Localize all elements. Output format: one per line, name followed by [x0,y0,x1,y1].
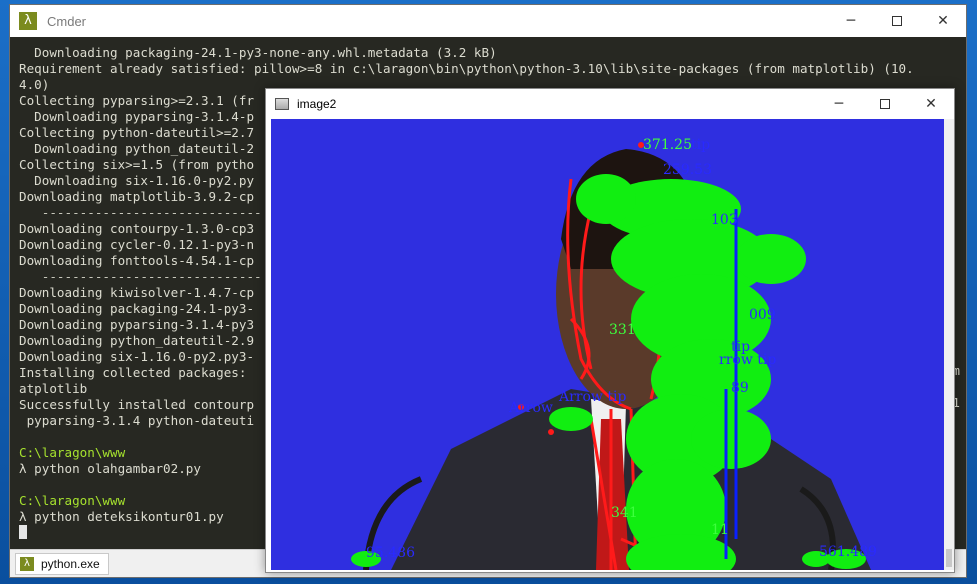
close-icon: ✕ [937,13,949,29]
close-icon: ✕ [925,96,937,112]
minimize-button[interactable]: ─ [816,89,862,119]
maximize-button[interactable] [862,89,908,119]
contour-image: 371.25 tip259.53103009tiprrow tipArrow ti… [351,137,877,570]
contour-label: 259.53 [663,162,712,178]
contour-label: tip [691,137,710,153]
image-window-titlebar[interactable]: image2 ─ ✕ [266,89,954,119]
contour-label: 331 [609,322,636,338]
contour-label: 371.25 [643,137,692,153]
text-cursor [19,525,27,539]
console-tab[interactable]: λ python.exe [15,553,109,575]
contour-label: rrow tip [719,352,776,368]
contour-label: 89 [731,380,749,396]
minimize-icon: ─ [834,96,844,112]
minimize-button[interactable]: ─ [828,5,874,37]
scrollbar-thumb[interactable] [946,549,952,567]
contour-label: 009 [749,307,776,323]
vertical-scrollbar[interactable] [944,119,954,570]
console-line: Requirement already satisfied: pillow>=8… [19,61,914,76]
contour-label: 103 [711,212,738,228]
window-app-icon [275,98,289,110]
close-button[interactable]: ✕ [908,89,954,119]
contour-label: 11 [711,522,729,538]
contour-label: 561.489 [819,544,877,560]
lambda-icon: λ [20,557,34,571]
close-button[interactable]: ✕ [920,5,966,37]
tab-label: python.exe [41,557,100,571]
minimize-icon: ─ [846,13,856,29]
image-window[interactable]: image2 ─ ✕ 371.25 tip 259.53 103 009 tip… [265,88,955,573]
cmder-lambda-icon: λ [19,12,37,30]
contour-image-canvas[interactable]: 371.25 tip 259.53 103 009 tip rrow tip Arrow ti… [271,119,945,570]
image-window-title: image2 [297,97,337,111]
contour-label: Arrow [508,400,553,416]
contour-label: 95.486 [366,545,415,561]
cmder-title: Cmder [47,13,87,29]
contour-label: Arrow tip [558,389,626,405]
contour-label: 341 [611,505,638,521]
maximize-icon [880,99,890,109]
maximize-button[interactable] [874,5,920,37]
console-line: Downloading packaging-24.1-py3-none-any.… [19,45,497,60]
cmder-titlebar[interactable]: λ Cmder ─ ✕ [10,5,966,37]
maximize-icon [892,16,902,26]
